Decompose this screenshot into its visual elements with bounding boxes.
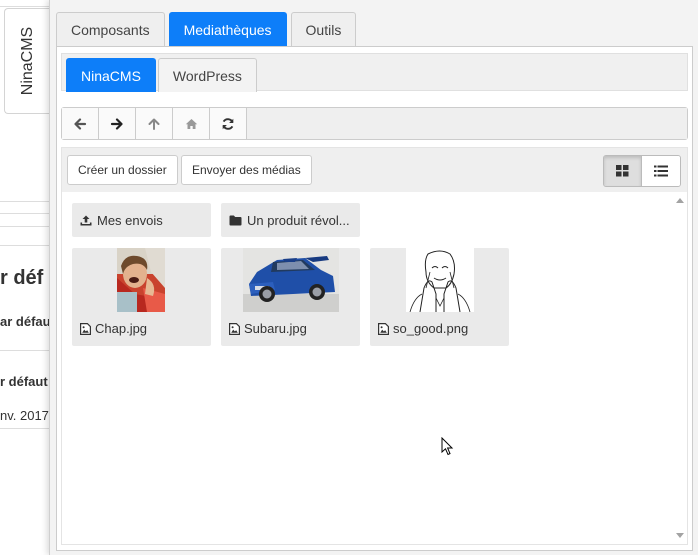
- grid-view-button[interactable]: [604, 156, 642, 186]
- navigation-bar: [61, 107, 688, 140]
- tab-composants[interactable]: Composants: [56, 12, 165, 46]
- divider: [0, 226, 52, 227]
- folder-name: Un produit révol...: [247, 212, 350, 228]
- upload-media-button[interactable]: Envoyer des médias: [181, 155, 312, 185]
- divider: [0, 428, 52, 429]
- arrow-left-icon: [74, 117, 87, 130]
- file-item[interactable]: Subaru.jpg: [221, 248, 360, 346]
- scroll-up-icon[interactable]: [676, 198, 684, 203]
- background-date: nv. 2017: [0, 408, 49, 423]
- file-item[interactable]: so_good.png: [370, 248, 509, 346]
- folder-item[interactable]: Un produit révol...: [221, 203, 360, 237]
- media-panel: Composants Mediathèques Outils NinaCMS W…: [49, 0, 698, 555]
- tab-content: NinaCMS WordPress Créer un dossier Envoy…: [56, 46, 693, 551]
- scroll-down-icon[interactable]: [676, 533, 684, 538]
- arrow-right-icon: [110, 117, 123, 130]
- tab-wordpress[interactable]: WordPress: [157, 58, 257, 92]
- home-icon: [185, 118, 197, 129]
- divider: [0, 213, 52, 214]
- forward-button[interactable]: [99, 108, 136, 139]
- vertical-scrollbar[interactable]: [673, 192, 687, 544]
- folder-item[interactable]: Mes envois: [72, 203, 211, 237]
- background-text: ar défau: [0, 314, 51, 329]
- divider: [0, 201, 52, 202]
- tab-outils[interactable]: Outils: [290, 12, 357, 46]
- library-tabs-bar: NinaCMS WordPress: [61, 53, 688, 92]
- create-folder-button[interactable]: Créer un dossier: [67, 155, 178, 185]
- home-button[interactable]: [173, 108, 210, 139]
- file-item[interactable]: Chap.jpg: [72, 248, 211, 346]
- refresh-button[interactable]: [210, 108, 247, 139]
- background-text: r défaut: [0, 374, 48, 389]
- side-tab-ninacms[interactable]: NinaCMS: [4, 8, 50, 114]
- upload-icon: [80, 215, 92, 226]
- arrow-up-icon: [148, 118, 160, 130]
- file-name: Chap.jpg: [95, 321, 148, 336]
- grid-icon: [616, 165, 629, 177]
- file-thumbnail: [406, 248, 474, 312]
- file-thumbnail: [243, 248, 339, 312]
- back-button[interactable]: [62, 108, 99, 139]
- file-name: Subaru.jpg: [244, 321, 307, 336]
- image-file-icon: [80, 322, 91, 335]
- file-browser: Créer un dossier Envoyer des médias Mes …: [61, 147, 688, 545]
- mouse-cursor-icon: [441, 437, 454, 456]
- file-toolbar: Créer un dossier Envoyer des médias: [62, 148, 687, 192]
- divider: [0, 245, 52, 246]
- file-thumbnail: [117, 248, 165, 312]
- file-name: so_good.png: [393, 321, 469, 336]
- path-input[interactable]: [247, 108, 687, 139]
- side-tab-label: NinaCMS: [18, 26, 36, 96]
- tab-ninacms[interactable]: NinaCMS: [66, 58, 156, 92]
- list-view-button[interactable]: [642, 156, 680, 186]
- list-icon: [654, 165, 668, 177]
- tab-mediatheques[interactable]: Mediathèques: [168, 12, 287, 46]
- view-toggle: [603, 155, 681, 187]
- refresh-icon: [222, 117, 234, 130]
- image-file-icon: [378, 322, 389, 335]
- up-button[interactable]: [136, 108, 173, 139]
- image-file-icon: [229, 322, 240, 335]
- background-heading: r déf: [0, 267, 44, 289]
- folder-name: Mes envois: [97, 212, 163, 228]
- folder-icon: [229, 215, 242, 226]
- main-tabs: Composants Mediathèques Outils: [56, 12, 360, 46]
- divider: [0, 350, 52, 351]
